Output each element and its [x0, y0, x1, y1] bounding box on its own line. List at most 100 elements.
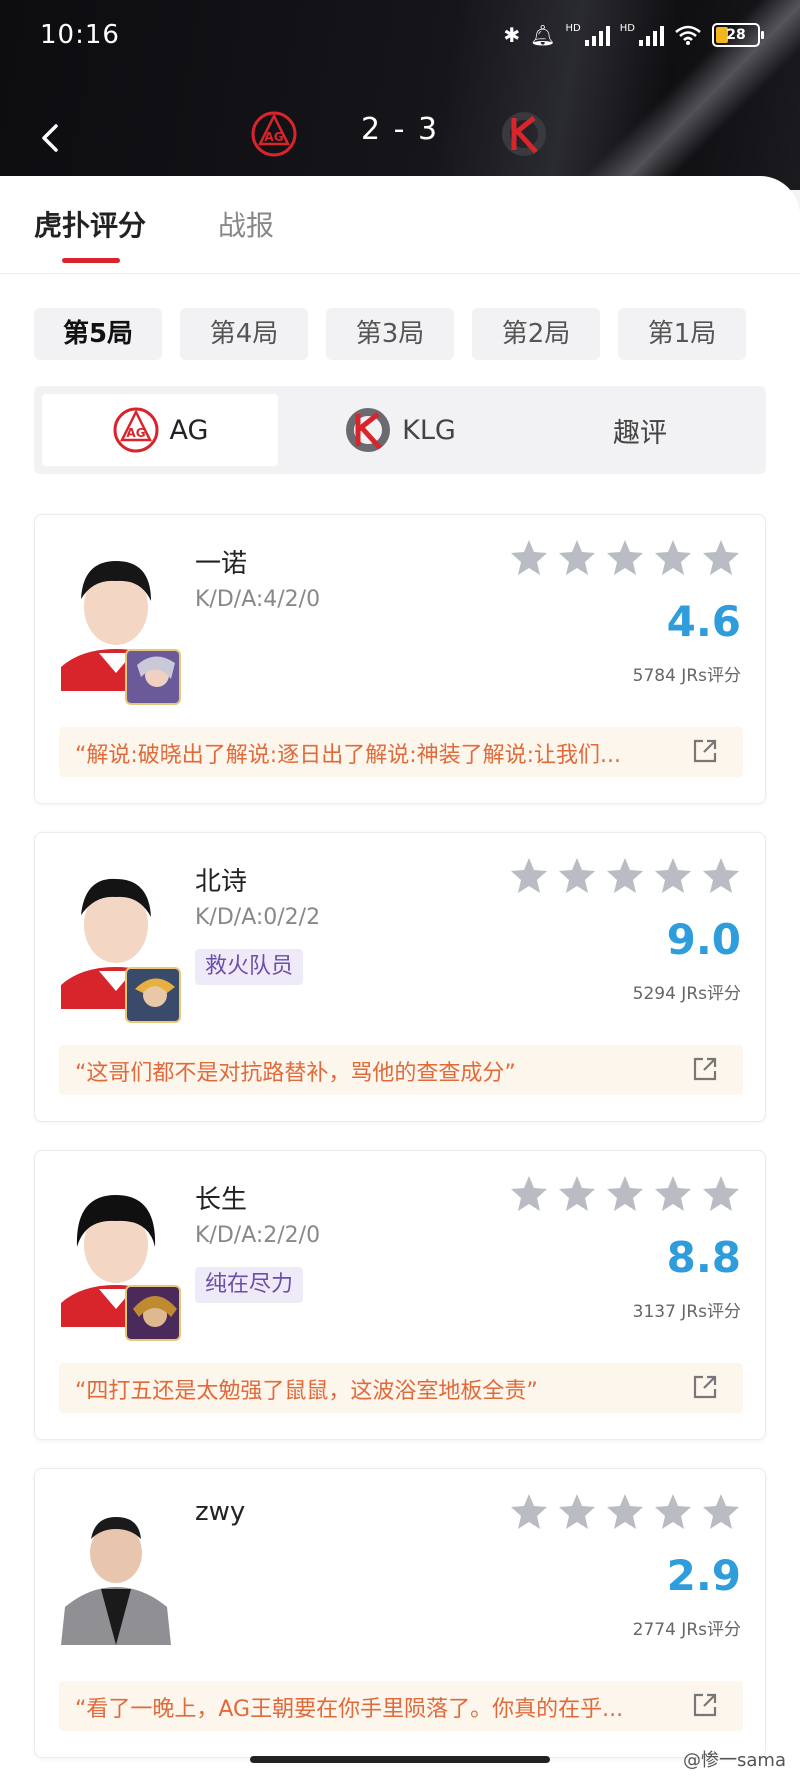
signal-icon [584, 24, 610, 46]
player-card-4[interactable]: zwy 2.9 2774 JRs评分 “看了一晚上，AG王朝要在你手里陨落了。你… [34, 1468, 766, 1758]
star-icon[interactable] [701, 537, 741, 577]
star-icon[interactable] [653, 537, 693, 577]
star-icon[interactable] [605, 1173, 645, 1213]
player-name: 长生 [195, 1185, 248, 1215]
klg-logo-icon [346, 408, 391, 452]
top-comment[interactable]: “看了一晚上，AG王朝要在你手里陨落了。你真的在乎... [59, 1681, 743, 1731]
comment-text: “这哥们都不是对抗路替补，骂他的查查成分” [75, 1061, 516, 1086]
comment-text: “四打五还是太勉强了鼠鼠，这波浴室地板全责” [75, 1379, 538, 1404]
player-tag: 救火队员 [195, 949, 304, 985]
player-name: zwy [195, 1497, 246, 1527]
top-comment[interactable]: “四打五还是太勉强了鼠鼠，这波浴室地板全责” [59, 1363, 743, 1413]
player-votes: 2774 JRs评分 [632, 1620, 741, 1640]
star-icon[interactable] [509, 537, 549, 577]
star-icon[interactable] [653, 1491, 693, 1531]
back-button[interactable] [32, 118, 72, 158]
ag-logo-icon: AG [113, 407, 159, 453]
hero-badge [125, 1285, 181, 1341]
rating-stars[interactable] [509, 1173, 741, 1213]
star-icon[interactable] [605, 855, 645, 895]
share-icon[interactable] [691, 1055, 719, 1083]
player-tag: 纯在尽力 [195, 1267, 304, 1303]
signal-icon-2 [639, 24, 664, 46]
round-5-button[interactable]: 第5局 [34, 308, 162, 360]
star-icon[interactable] [653, 1173, 693, 1213]
bluetooth-icon: ✱ [503, 23, 521, 47]
star-icon[interactable] [557, 855, 597, 895]
star-icon[interactable] [557, 1173, 597, 1213]
player-votes: 3137 JRs评分 [632, 1302, 741, 1322]
comment-text: “看了一晚上，AG王朝要在你手里陨落了。你真的在乎... [75, 1697, 624, 1722]
rating-stars[interactable] [509, 1491, 741, 1531]
watermark-text: @惨一sama [683, 1750, 786, 1771]
round-2-button[interactable]: 第2局 [472, 308, 600, 360]
star-icon[interactable] [557, 1491, 597, 1531]
player-rating: 2.9 [666, 1551, 741, 1600]
star-icon[interactable] [557, 537, 597, 577]
player-name: 北诗 [195, 867, 248, 897]
player-votes: 5784 JRs评分 [632, 666, 741, 686]
star-icon[interactable] [509, 855, 549, 895]
player-rating: 4.6 [666, 597, 741, 646]
player-avatar [61, 1503, 171, 1645]
top-comment[interactable]: “这哥们都不是对抗路替补，骂他的查查成分” [59, 1045, 743, 1095]
round-3-button[interactable]: 第3局 [326, 308, 454, 360]
tab-hupu-rating[interactable]: 虎扑评分 [34, 204, 146, 244]
star-icon[interactable] [701, 1491, 741, 1531]
klg-logo-icon[interactable] [500, 110, 548, 158]
player-card-2[interactable]: 北诗 K/D/A:0/2/2 救火队员 9.0 5294 JRs评分 “这哥们都… [34, 832, 766, 1122]
player-card-1[interactable]: 一诺 K/D/A:4/2/0 4.6 5784 JRs评分 “解说:破晓出了解说… [34, 514, 766, 804]
team-tab-fun[interactable]: 趣评 [522, 394, 758, 466]
wifi-icon [675, 25, 701, 45]
round-1-button[interactable]: 第1局 [618, 308, 746, 360]
player-rating: 9.0 [666, 915, 741, 964]
content-panel: 虎扑评分 战报 第5局 第4局 第3局 第2局 第1局 AG AG KLG 趣评 [0, 176, 800, 1778]
status-bar: 10:16 ✱ 🔔︎ HD HD 28 [0, 0, 800, 70]
round-4-button[interactable]: 第4局 [180, 308, 308, 360]
team-tab-ag-label: AG [169, 414, 209, 446]
team-switch: AG AG KLG 趣评 [34, 386, 766, 474]
battery-level: 28 [726, 27, 746, 43]
rating-stars[interactable] [509, 537, 741, 577]
ag-logo-icon[interactable]: AG [250, 110, 298, 158]
star-icon[interactable] [701, 855, 741, 895]
share-icon[interactable] [691, 1373, 719, 1401]
player-kda: K/D/A:2/2/0 [195, 1223, 321, 1248]
round-selector: 第5局 第4局 第3局 第2局 第1局 [34, 308, 774, 360]
hd-icon-2: HD [619, 23, 635, 34]
tab-bar: 虎扑评分 战报 [0, 176, 800, 274]
star-icon[interactable] [653, 855, 693, 895]
tab-battle-report[interactable]: 战报 [218, 204, 274, 244]
home-indicator[interactable] [250, 1756, 550, 1763]
team-tab-klg[interactable]: KLG [282, 394, 518, 466]
mute-icon: 🔔︎ [530, 23, 556, 47]
team-tab-fun-label: 趣评 [613, 417, 667, 449]
star-icon[interactable] [509, 1491, 549, 1531]
star-icon[interactable] [701, 1173, 741, 1213]
svg-text:AG: AG [126, 426, 145, 440]
star-icon[interactable] [605, 537, 645, 577]
star-icon[interactable] [605, 1491, 645, 1531]
team-tab-ag[interactable]: AG AG [42, 394, 278, 466]
comment-text: “解说:破晓出了解说:逐日出了解说:神装了解说:让我们... [75, 743, 622, 768]
player-card-3[interactable]: 长生 K/D/A:2/2/0 纯在尽力 8.8 3137 JRs评分 “四打五还… [34, 1150, 766, 1440]
player-kda: K/D/A:4/2/0 [195, 587, 321, 612]
hero-badge [125, 649, 181, 705]
match-score: 2 - 3 [360, 112, 440, 147]
team-tab-klg-label: KLG [402, 414, 456, 446]
player-votes: 5294 JRs评分 [632, 984, 741, 1004]
svg-text:AG: AG [264, 130, 283, 144]
star-icon[interactable] [509, 1173, 549, 1213]
share-icon[interactable] [691, 1691, 719, 1719]
share-icon[interactable] [691, 737, 719, 765]
battery-icon: 28 [712, 23, 764, 47]
hero-badge [125, 967, 181, 1023]
player-kda: K/D/A:0/2/2 [195, 905, 321, 930]
tab-active-indicator [62, 258, 120, 263]
match-header: 10:16 ✱ 🔔︎ HD HD 28 AG 2 - 3 [0, 0, 800, 190]
status-time: 10:16 [40, 20, 120, 50]
status-icons: ✱ 🔔︎ HD HD 28 [503, 23, 764, 47]
rating-stars[interactable] [509, 855, 741, 895]
player-rating: 8.8 [666, 1233, 741, 1282]
top-comment[interactable]: “解说:破晓出了解说:逐日出了解说:神装了解说:让我们... [59, 727, 743, 777]
